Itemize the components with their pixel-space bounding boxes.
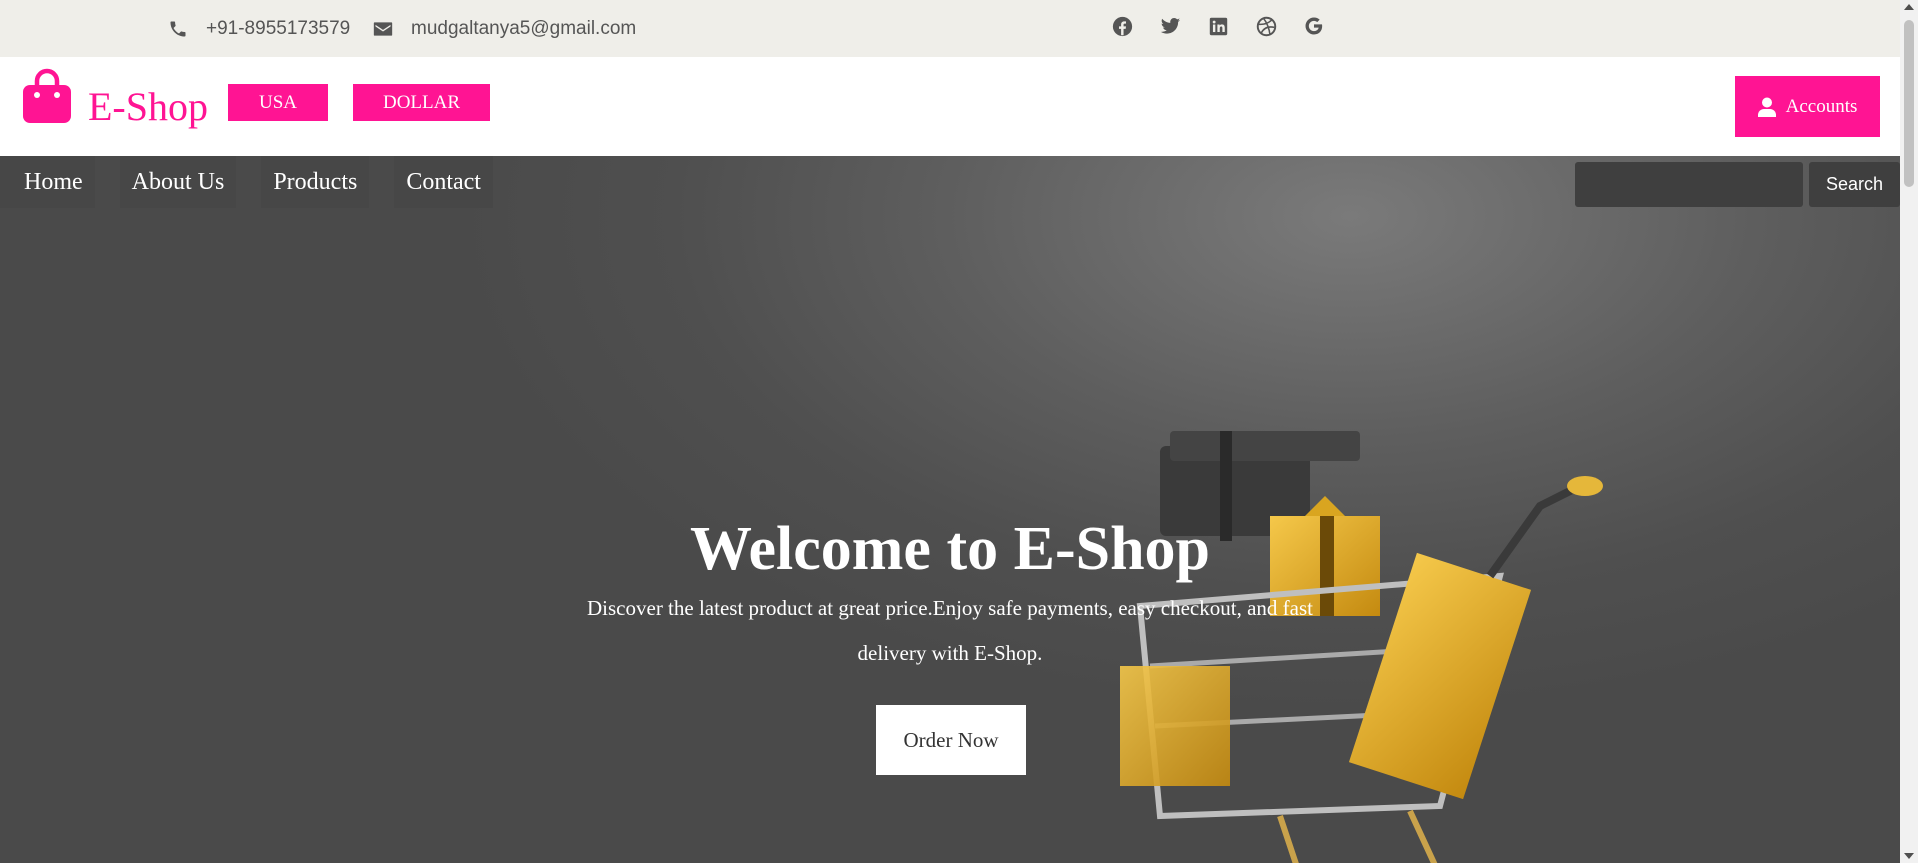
email-address: mudgaltanya5@gmail.com (411, 18, 637, 39)
site-header: E-Shop USA DOLLAR Accounts (0, 57, 1900, 156)
google-icon[interactable] (1302, 14, 1326, 38)
user-icon (1757, 97, 1776, 117)
search-input[interactable] (1575, 162, 1803, 207)
accounts-label: Accounts (1785, 95, 1858, 117)
scroll-thumb[interactable] (1904, 20, 1914, 187)
brand-name: E-Shop (88, 84, 208, 129)
nav-about-us[interactable]: About Us (119, 156, 237, 208)
brand-logo[interactable]: E-Shop (22, 67, 208, 130)
phone-icon (167, 18, 189, 40)
hero-section: Home About Us Products Contact Search We… (0, 156, 1900, 863)
phone-number: +91-8955173579 (206, 18, 351, 39)
facebook-icon[interactable] (1110, 14, 1134, 38)
phone-contact[interactable]: +91-8955173579 (167, 18, 350, 40)
scroll-down-arrow-icon[interactable] (1904, 853, 1914, 859)
main-navigation: Home About Us Products Contact (0, 156, 518, 208)
search-button[interactable]: Search (1809, 162, 1900, 207)
dribbble-icon[interactable] (1254, 14, 1278, 38)
hero-title: Welcome to E-Shop (689, 515, 1211, 583)
nav-home[interactable]: Home (0, 156, 95, 208)
shopping-bag-icon (22, 68, 72, 129)
order-now-button[interactable]: Order Now (876, 705, 1026, 775)
scroll-up-arrow-icon[interactable] (1904, 4, 1914, 10)
hero-subtitle: Discover the latest product at great pri… (587, 596, 1313, 665)
top-contact-bar: +91-8955173579 mudgaltanya5@gmail.com (0, 0, 1900, 57)
social-links (1110, 14, 1350, 38)
page-scrollbar[interactable] (1900, 0, 1918, 863)
nav-products[interactable]: Products (261, 156, 370, 208)
linkedin-icon[interactable] (1206, 14, 1230, 38)
currency-button[interactable]: DOLLAR (353, 84, 490, 121)
envelope-icon (372, 18, 394, 40)
accounts-button[interactable]: Accounts (1735, 76, 1880, 137)
region-button[interactable]: USA (228, 84, 328, 121)
email-contact[interactable]: mudgaltanya5@gmail.com (372, 18, 636, 40)
twitter-icon[interactable] (1158, 14, 1182, 38)
nav-contact[interactable]: Contact (394, 156, 493, 208)
